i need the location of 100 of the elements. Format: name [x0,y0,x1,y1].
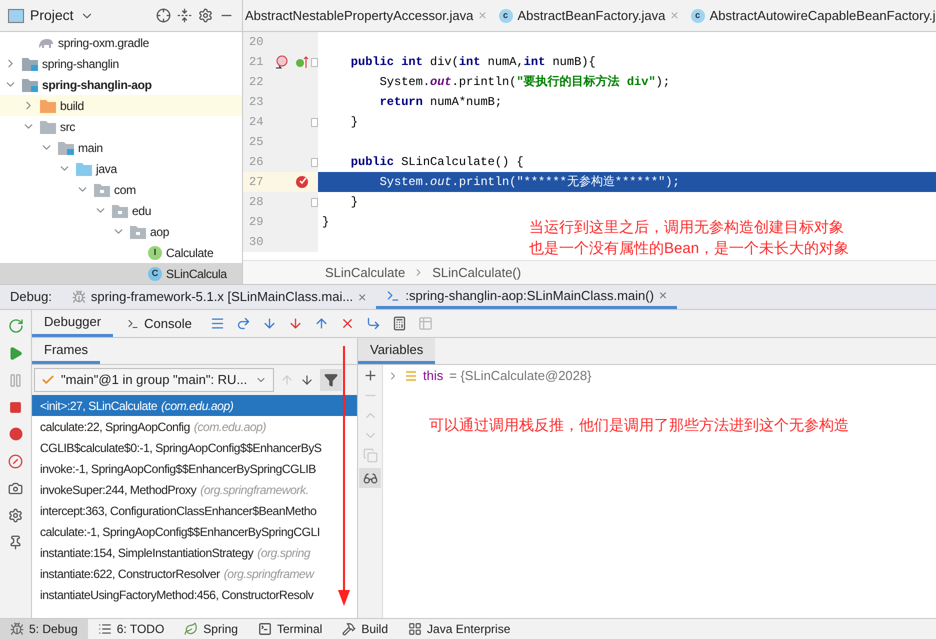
folder-icon [40,120,56,134]
tree-item[interactable]: spring-shanglin [0,53,242,74]
line-number: 23 [249,94,264,111]
console-icon [386,288,400,302]
variables-tab[interactable]: Variables [358,338,436,364]
annotation-text: 也是一个没有属性的Bean，是一个未长大的对象 [529,239,850,259]
debug-label: Debug: [9,288,53,306]
editor-tab[interactable]: c AbstractBeanFactory.java × [496,0,689,31]
line-number: 26 [249,154,264,171]
tool-window-button[interactable]: Terminal [248,619,332,639]
debugger-tab[interactable]: Console [115,310,204,337]
class-icon: c [498,8,513,22]
tree-item[interactable]: main [0,137,242,158]
line-number: 27 [249,174,264,191]
window-icon [8,8,24,22]
code-line: } [350,114,358,131]
tree-item[interactable]: spring-oxm.gradle [0,32,242,53]
folder-icon [22,78,38,92]
locate-icon[interactable] [156,8,171,23]
check-icon [41,373,55,387]
code-line: } [322,214,330,231]
close-button[interactable]: × [658,285,668,306]
panel-title[interactable]: Project [30,5,74,26]
tree-item[interactable]: aop [0,221,242,242]
bug-icon [10,622,24,636]
tool-window-button[interactable]: Java Enterprise [398,619,520,639]
folder-icon [40,98,56,112]
frames-tab[interactable]: Frames [32,338,100,364]
override-icon [275,55,289,69]
settings-icon[interactable] [198,8,213,23]
session-tab[interactable]: spring-framework-5.1.x [SLinMainClass.mai... × [62,285,376,309]
field-icon [405,370,417,382]
code-line: System.out.println("******无参构造******"); [378,174,680,191]
tool-window-button[interactable]: Build [332,619,398,639]
filter-icon [324,373,338,387]
folder-icon [76,162,92,176]
line-number: 24 [249,114,264,131]
breadcrumb-item[interactable]: SLinCalculate [325,262,406,282]
stack-frame[interactable]: calculate:-1, SpringAopConfig$$EnhancerBySpringCGLI [32,521,357,542]
filter-button[interactable] [320,369,342,391]
fold-marker[interactable] [311,118,318,126]
breakpoint-icon [295,175,309,189]
editor-tab[interactable]: AbstractNestablePropertyAccessor.java × [243,0,497,31]
tree-item[interactable]: C SLinCalcula [0,263,242,284]
leaf-icon [184,622,198,636]
stack-frame[interactable]: invoke:-1, SpringAopConfig$$EnhancerBySpringCGLIB [32,458,357,479]
add-icon[interactable] [362,368,378,383]
thread-dropdown[interactable]: "main"@1 in group "main": RU... [34,368,274,392]
watches-button[interactable] [359,468,381,488]
fold-marker[interactable] [311,158,318,166]
stack-frame[interactable]: instantiate:154, SimpleInstantiationStrategy (org.spring [32,542,357,563]
folder-icon [130,224,146,238]
grid-icon [408,622,422,636]
stack-frame[interactable]: instantiate:622, ConstructorResolver (org.springframew [32,563,357,584]
code-line: return numA*numB; [378,94,502,111]
tool-window-button[interactable]: 5: Debug [0,619,88,639]
hammer-icon [342,622,356,636]
tree-item[interactable]: com [0,179,242,200]
variable-name: this [423,366,444,385]
folder-icon [94,182,110,196]
debugger-tab[interactable]: Debugger [32,310,114,337]
tree-item[interactable]: build [0,95,242,116]
code-line: public int div(int numA,int numB){ [350,54,596,71]
annotation-text: 可以通过调用栈反推，他们是调用了那些方法进到这个无参构造 [429,416,849,436]
tool-window-button[interactable]: Spring [174,619,248,639]
editor-tab[interactable]: c AbstractAutowireCapableBeanFactory.j [688,0,936,31]
stack-frame[interactable]: invokeSuper:244, MethodProxy (org.springframework. [32,479,357,500]
class-icon: C [148,266,162,280]
line-number: 28 [249,194,264,211]
code-line: System.out.println("要执行的目标方法 div"); [378,74,670,91]
session-tab[interactable]: :spring-shanglin-aop:SLinMainClass.main() × [376,285,678,309]
tree-item[interactable]: edu [0,200,242,221]
tree-item[interactable]: I Calculate [0,242,242,263]
close-button[interactable]: × [358,286,366,308]
code-line: } [350,194,358,211]
annotation-text: 当运行到这里之后，调用无参构造创建目标对象 [529,218,845,238]
fold-marker[interactable] [311,58,318,66]
list-icon [98,622,112,636]
folder-icon [58,140,74,154]
class-icon: I [148,246,162,260]
tree-item[interactable]: spring-shanglin-aop [0,74,242,95]
stack-frame[interactable]: <init>:27, SLinCalculate (com.edu.aop) [32,395,357,416]
tree-item[interactable]: java [0,158,242,179]
stack-frame[interactable]: intercept:363, ConfigurationClassEnhancer$BeanMetho [32,500,357,521]
fold-marker[interactable] [311,198,318,206]
elephant-icon [38,36,54,48]
line-number: 22 [249,74,264,91]
stack-frame[interactable]: calculate:22, SpringAopConfig (com.edu.aop) [32,416,357,437]
line-number: 20 [249,34,264,51]
tree-item[interactable]: src [0,116,242,137]
class-icon: c [690,8,705,22]
collapse-icon[interactable] [177,8,192,23]
stack-frame[interactable]: CGLIB$calculate$0:-1, SpringAopConfig$$EnhancerByS [32,437,357,458]
down-arrow-icon[interactable] [300,373,314,387]
line-number: 30 [249,234,264,251]
code-line: public SLinCalculate() { [350,154,524,171]
breadcrumb-item[interactable]: SLinCalculate() [432,262,522,282]
tool-window-button[interactable]: 6: TODO [88,619,174,639]
stack-frame[interactable]: instantiateUsingFactoryMethod:456, ConstructorResolv [32,584,357,605]
terminal-icon [258,622,272,636]
